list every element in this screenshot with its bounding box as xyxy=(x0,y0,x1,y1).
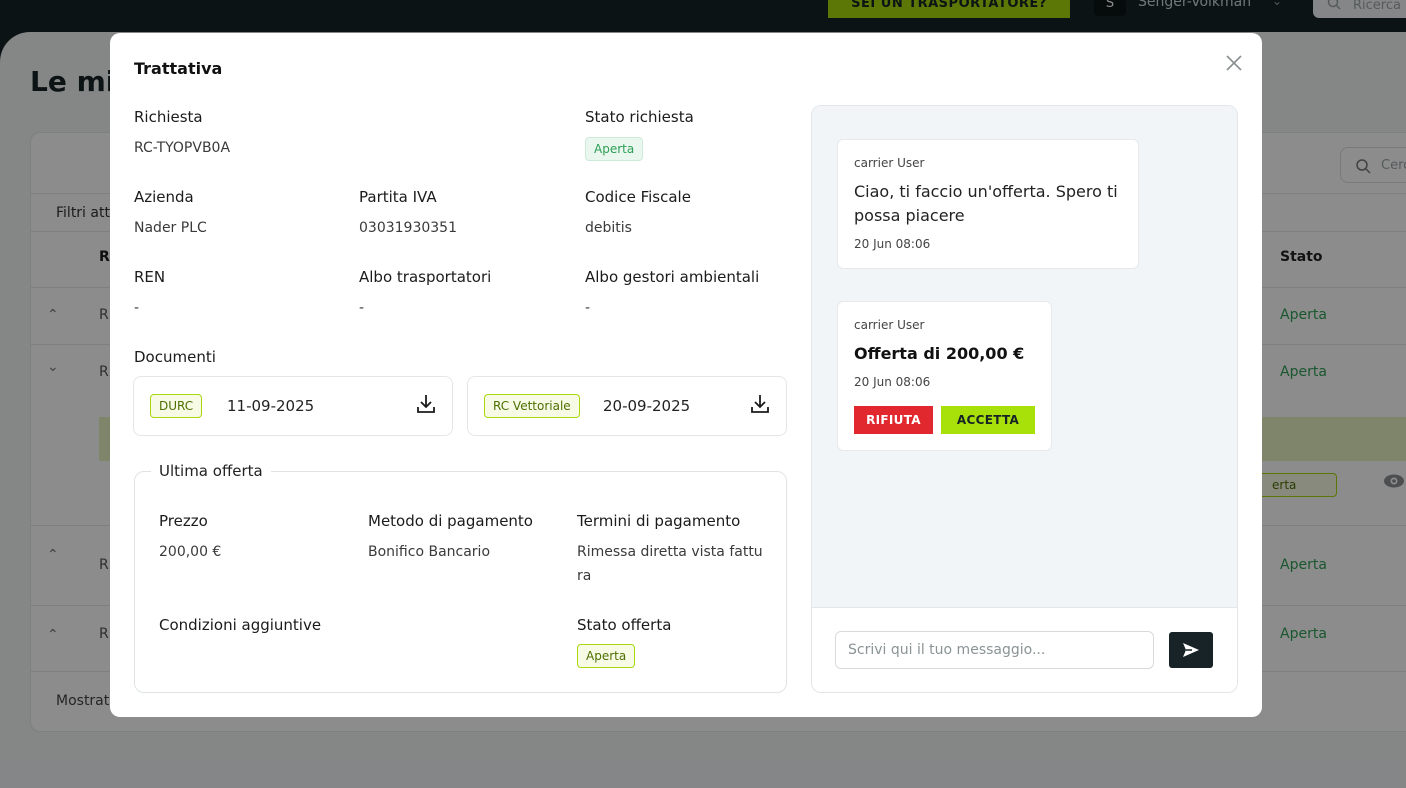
message-time: 20 Jun 08:06 xyxy=(854,375,931,389)
message-time: 20 Jun 08:06 xyxy=(854,237,931,251)
negotiation-modal: Trattativa Richiesta RC-TYOPVB0A Stato r… xyxy=(110,33,1262,717)
price-label: Prezzo xyxy=(159,512,208,530)
message-input[interactable] xyxy=(835,631,1154,669)
payment-method-label: Metodo di pagamento xyxy=(368,512,533,530)
payment-terms-value-line1: Rimessa diretta vista fattu xyxy=(577,544,763,560)
close-icon[interactable] xyxy=(1222,51,1246,75)
ren-value: - xyxy=(134,300,140,316)
accept-offer-button[interactable]: ACCETTA xyxy=(941,406,1035,434)
price-value: 200,00 € xyxy=(159,544,222,560)
chat-messages-area[interactable]: carrier User Ciao, ti faccio un'offerta.… xyxy=(812,106,1237,608)
download-icon[interactable] xyxy=(416,393,436,415)
vat-value: 03031930351 xyxy=(359,220,457,236)
payment-terms-label: Termini di pagamento xyxy=(577,512,741,530)
fiscal-code-label: Codice Fiscale xyxy=(585,188,691,206)
document-date: 11-09-2025 xyxy=(227,397,315,415)
environmental-register-label: Albo gestori ambientali xyxy=(585,268,760,286)
send-button[interactable] xyxy=(1169,632,1213,668)
payment-terms-value-line2: ra xyxy=(577,568,592,584)
document-type-badge: DURC xyxy=(150,394,203,418)
request-value: RC-TYOPVB0A xyxy=(134,140,231,156)
ren-label: REN xyxy=(134,268,166,286)
document-card-durc: DURC 11-09-2025 xyxy=(133,376,453,436)
offer-status-badge: Aperta xyxy=(577,644,636,668)
last-offer-legend: Ultima offerta xyxy=(151,462,271,480)
send-icon xyxy=(1183,643,1199,657)
request-label: Richiesta xyxy=(134,108,203,126)
offer-status-label: Stato offerta xyxy=(577,616,672,634)
chat-message: carrier User Ciao, ti faccio un'offerta.… xyxy=(837,139,1139,269)
vat-label: Partita IVA xyxy=(359,188,437,206)
additional-conditions-label: Condizioni aggiuntive xyxy=(159,616,322,634)
chat-panel: carrier User Ciao, ti faccio un'offerta.… xyxy=(811,105,1238,693)
payment-method-value: Bonifico Bancario xyxy=(368,544,491,560)
company-value: Nader PLC xyxy=(134,220,207,236)
carriers-register-value: - xyxy=(359,300,365,316)
documents-label: Documenti xyxy=(134,348,216,366)
offer-amount: Offerta di 200,00 € xyxy=(854,344,1025,363)
download-icon[interactable] xyxy=(750,393,770,415)
reject-offer-button[interactable]: RIFIUTA xyxy=(854,406,933,434)
document-type-badge: RC Vettoriale xyxy=(484,394,580,418)
fiscal-code-value: debitis xyxy=(585,220,632,236)
request-status-label: Stato richiesta xyxy=(585,108,694,126)
request-status-badge: Aperta xyxy=(585,137,644,161)
environmental-register-value: - xyxy=(585,300,591,316)
carriers-register-label: Albo trasportatori xyxy=(359,268,492,286)
message-sender: carrier User xyxy=(854,156,925,170)
document-date: 20-09-2025 xyxy=(603,397,691,415)
offer-message: carrier User Offerta di 200,00 € 20 Jun … xyxy=(837,301,1052,451)
company-label: Azienda xyxy=(134,188,194,206)
message-sender: carrier User xyxy=(854,318,925,332)
modal-title: Trattativa xyxy=(134,59,223,78)
document-card-rc-vettoriale: RC Vettoriale 20-09-2025 xyxy=(467,376,787,436)
last-offer-section: Ultima offerta Prezzo 200,00 € Metodo di… xyxy=(134,462,787,693)
message-text: Ciao, ti faccio un'offerta. Spero ti pos… xyxy=(854,182,1118,225)
